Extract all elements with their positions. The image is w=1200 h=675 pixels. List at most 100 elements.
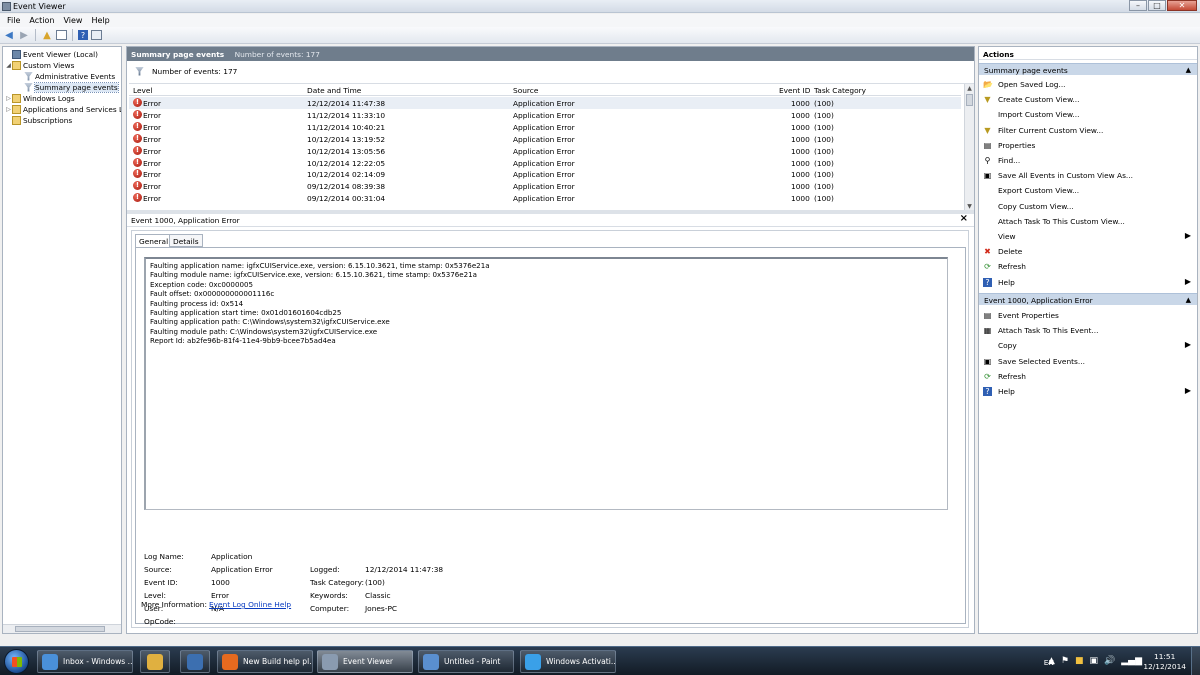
show-hidden-icons-icon[interactable]: ▲ xyxy=(1048,656,1055,666)
actions-section-event-1000[interactable]: Event 1000, Application Error ▲ xyxy=(979,293,1197,305)
taskbar-button[interactable] xyxy=(140,650,170,673)
minimize-button[interactable]: – xyxy=(1129,0,1147,11)
taskbar-button[interactable]: Inbox - Windows ... xyxy=(37,650,133,673)
tree-node-event-viewer-local[interactable]: Event Viewer (Local) xyxy=(5,49,98,59)
event-description-box[interactable]: Faulting application name: igfxCUIServic… xyxy=(144,257,948,510)
tray-app-icon[interactable]: ■ xyxy=(1075,656,1084,666)
network-signal-icon[interactable]: ▂▄▆ xyxy=(1121,656,1142,666)
taskbar-button[interactable]: Windows Activati... xyxy=(520,650,616,673)
back-arrow-icon[interactable]: ◀ xyxy=(3,29,15,41)
menu-file[interactable]: File xyxy=(3,14,25,27)
taskbar-button-label: Event Viewer xyxy=(343,657,393,666)
taskbar-button[interactable]: Event Viewer xyxy=(317,650,413,673)
tray-clipboard-icon[interactable]: ▣ xyxy=(1090,656,1099,666)
action-export-custom-view[interactable]: Export Custom View... xyxy=(979,183,1197,198)
taskbar-button[interactable]: New Build help pl... xyxy=(217,650,313,673)
column-header-date-time[interactable]: Date and Time xyxy=(307,86,361,95)
action-copy-custom-view[interactable]: Copy Custom View... xyxy=(979,199,1197,214)
scroll-down-arrow-icon[interactable]: ▼ xyxy=(966,203,973,210)
action-import-custom-view[interactable]: Import Custom View... xyxy=(979,107,1197,122)
tree-node-administrative-events[interactable]: Administrative Events xyxy=(17,71,115,81)
start-button[interactable] xyxy=(4,649,29,674)
window-controls: – □ ✕ xyxy=(1128,0,1197,12)
action-label: Save All Events in Custom View As... xyxy=(998,171,1133,181)
tree-label: Event Viewer (Local) xyxy=(23,49,98,59)
taskbar-app-icon xyxy=(222,653,238,670)
table-row[interactable]: ! Error 11/12/2014 11:33:10 Application Err… xyxy=(129,109,961,121)
help-icon[interactable]: ? xyxy=(78,30,88,40)
table-row[interactable]: ! Error 10/12/2014 02:14:09 Application Err… xyxy=(129,168,961,180)
show-desktop-button[interactable] xyxy=(1191,647,1200,675)
action-open-saved-log[interactable]: 📂 Open Saved Log... xyxy=(979,77,1197,92)
table-row[interactable]: ! Error 10/12/2014 13:19:52 Application Err… xyxy=(129,133,961,145)
tree-node-subscriptions[interactable]: Subscriptions xyxy=(5,115,72,125)
error-icon: ! xyxy=(133,109,142,119)
tree-expander[interactable]: ▷ xyxy=(5,95,12,102)
tree-node-applications-and-services[interactable]: ▷ Applications and Services Lo xyxy=(5,104,121,114)
tree-expander[interactable]: ▷ xyxy=(5,106,12,113)
taskbar-button[interactable] xyxy=(180,650,210,673)
action-attach-task-to-this-custom-view[interactable]: Attach Task To This Custom View... xyxy=(979,214,1197,229)
menu-action[interactable]: Action xyxy=(25,14,59,27)
cell-event-id: 1000 xyxy=(791,99,810,108)
action-save-all-events-in-custom-view-as[interactable]: ▣ Save All Events in Custom View As... xyxy=(979,168,1197,183)
action-create-custom-view[interactable]: ▼ Create Custom View... xyxy=(979,92,1197,107)
menu-help[interactable]: Help xyxy=(87,14,114,27)
tree-node-summary-page-events[interactable]: Summary page events xyxy=(17,81,119,93)
table-row[interactable]: ! Error 09/12/2014 08:39:38 Application Err… xyxy=(129,180,961,192)
taskbar-button[interactable]: Untitled - Paint xyxy=(418,650,514,673)
show-hide-tree-icon[interactable] xyxy=(56,30,67,40)
table-row[interactable]: ! Error 10/12/2014 13:05:56 Application Err… xyxy=(129,145,961,157)
tree-expander[interactable]: ◢ xyxy=(5,62,12,69)
title-bar: Event Viewer – □ ✕ xyxy=(0,0,1200,13)
menu-view[interactable]: View xyxy=(59,14,87,27)
action-event-properties[interactable]: ▤ Event Properties xyxy=(979,308,1197,323)
action-save-selected-events[interactable]: ▣ Save Selected Events... xyxy=(979,354,1197,369)
tree-node-windows-logs[interactable]: ▷ Windows Logs xyxy=(5,93,75,103)
close-icon[interactable]: × xyxy=(960,213,968,224)
scrollbar-thumb[interactable] xyxy=(966,94,973,106)
description-line: Exception code: 0xc0000005 xyxy=(150,279,253,289)
table-vertical-scrollbar[interactable]: ▲ ▼ xyxy=(964,84,974,210)
action-attach-task-to-this-event[interactable]: ▦ Attach Task To This Event... xyxy=(979,323,1197,338)
show-hide-action-pane-icon[interactable] xyxy=(91,30,102,40)
table-row[interactable]: ! Error 09/12/2014 00:31:04 Application Err… xyxy=(129,192,961,204)
description-line: Faulting module name: igfxCUIService.exe… xyxy=(150,270,478,280)
up-folder-icon[interactable]: ▲ xyxy=(41,29,53,41)
event-log-online-help-link[interactable]: Event Log Online Help xyxy=(209,600,291,609)
action-help[interactable]: ? Help ▶ xyxy=(979,384,1197,399)
table-row[interactable]: ! Error 10/12/2014 12:22:05 Application Err… xyxy=(129,157,961,169)
maximize-button[interactable]: □ xyxy=(1148,0,1166,11)
column-header-event-id[interactable]: Event ID xyxy=(779,86,810,95)
collapse-caret-icon[interactable]: ▲ xyxy=(1186,66,1191,74)
action-find[interactable]: ⚲ Find... xyxy=(979,153,1197,168)
scrollbar-thumb[interactable] xyxy=(15,626,105,632)
table-row[interactable]: ! Error 12/12/2014 11:47:38 Application Err… xyxy=(129,97,961,109)
tree-node-custom-views[interactable]: ◢ Custom Views xyxy=(5,60,74,70)
clock[interactable]: 11:51 12/12/2014 xyxy=(1143,652,1186,672)
action-filter-current-custom-view[interactable]: ▼ Filter Current Custom View... xyxy=(979,123,1197,138)
volume-icon[interactable]: 🔊 xyxy=(1104,656,1115,666)
action-refresh[interactable]: ⟳ Refresh xyxy=(979,369,1197,384)
tree-horizontal-scrollbar[interactable] xyxy=(3,624,121,633)
action-help[interactable]: ? Help ▶ xyxy=(979,275,1197,290)
action-copy[interactable]: Copy ▶ xyxy=(979,338,1197,353)
action-view[interactable]: View ▶ xyxy=(979,229,1197,244)
actions-section-summary-page-events[interactable]: Summary page events ▲ xyxy=(979,63,1197,75)
scroll-up-arrow-icon[interactable]: ▲ xyxy=(966,85,973,92)
action-delete[interactable]: ✖ Delete xyxy=(979,244,1197,259)
tab-general[interactable]: General xyxy=(135,234,173,248)
error-icon: ! xyxy=(133,169,142,179)
collapse-caret-icon[interactable]: ▲ xyxy=(1186,296,1191,304)
tab-details[interactable]: Details xyxy=(169,234,203,247)
action-center-flag-icon[interactable]: ⚑ xyxy=(1061,656,1069,666)
action-properties[interactable]: ▤ Properties xyxy=(979,138,1197,153)
table-row[interactable]: ! Error 11/12/2014 10:40:21 Application Err… xyxy=(129,121,961,133)
column-header-task-category[interactable]: Task Category xyxy=(814,86,866,95)
help-icon: ? xyxy=(983,277,992,287)
column-header-source[interactable]: Source xyxy=(513,86,538,95)
close-window-button[interactable]: ✕ xyxy=(1167,0,1197,11)
column-header-level[interactable]: Level xyxy=(133,86,153,95)
forward-arrow-icon[interactable]: ▶ xyxy=(18,29,30,41)
action-refresh[interactable]: ⟳ Refresh xyxy=(979,259,1197,274)
